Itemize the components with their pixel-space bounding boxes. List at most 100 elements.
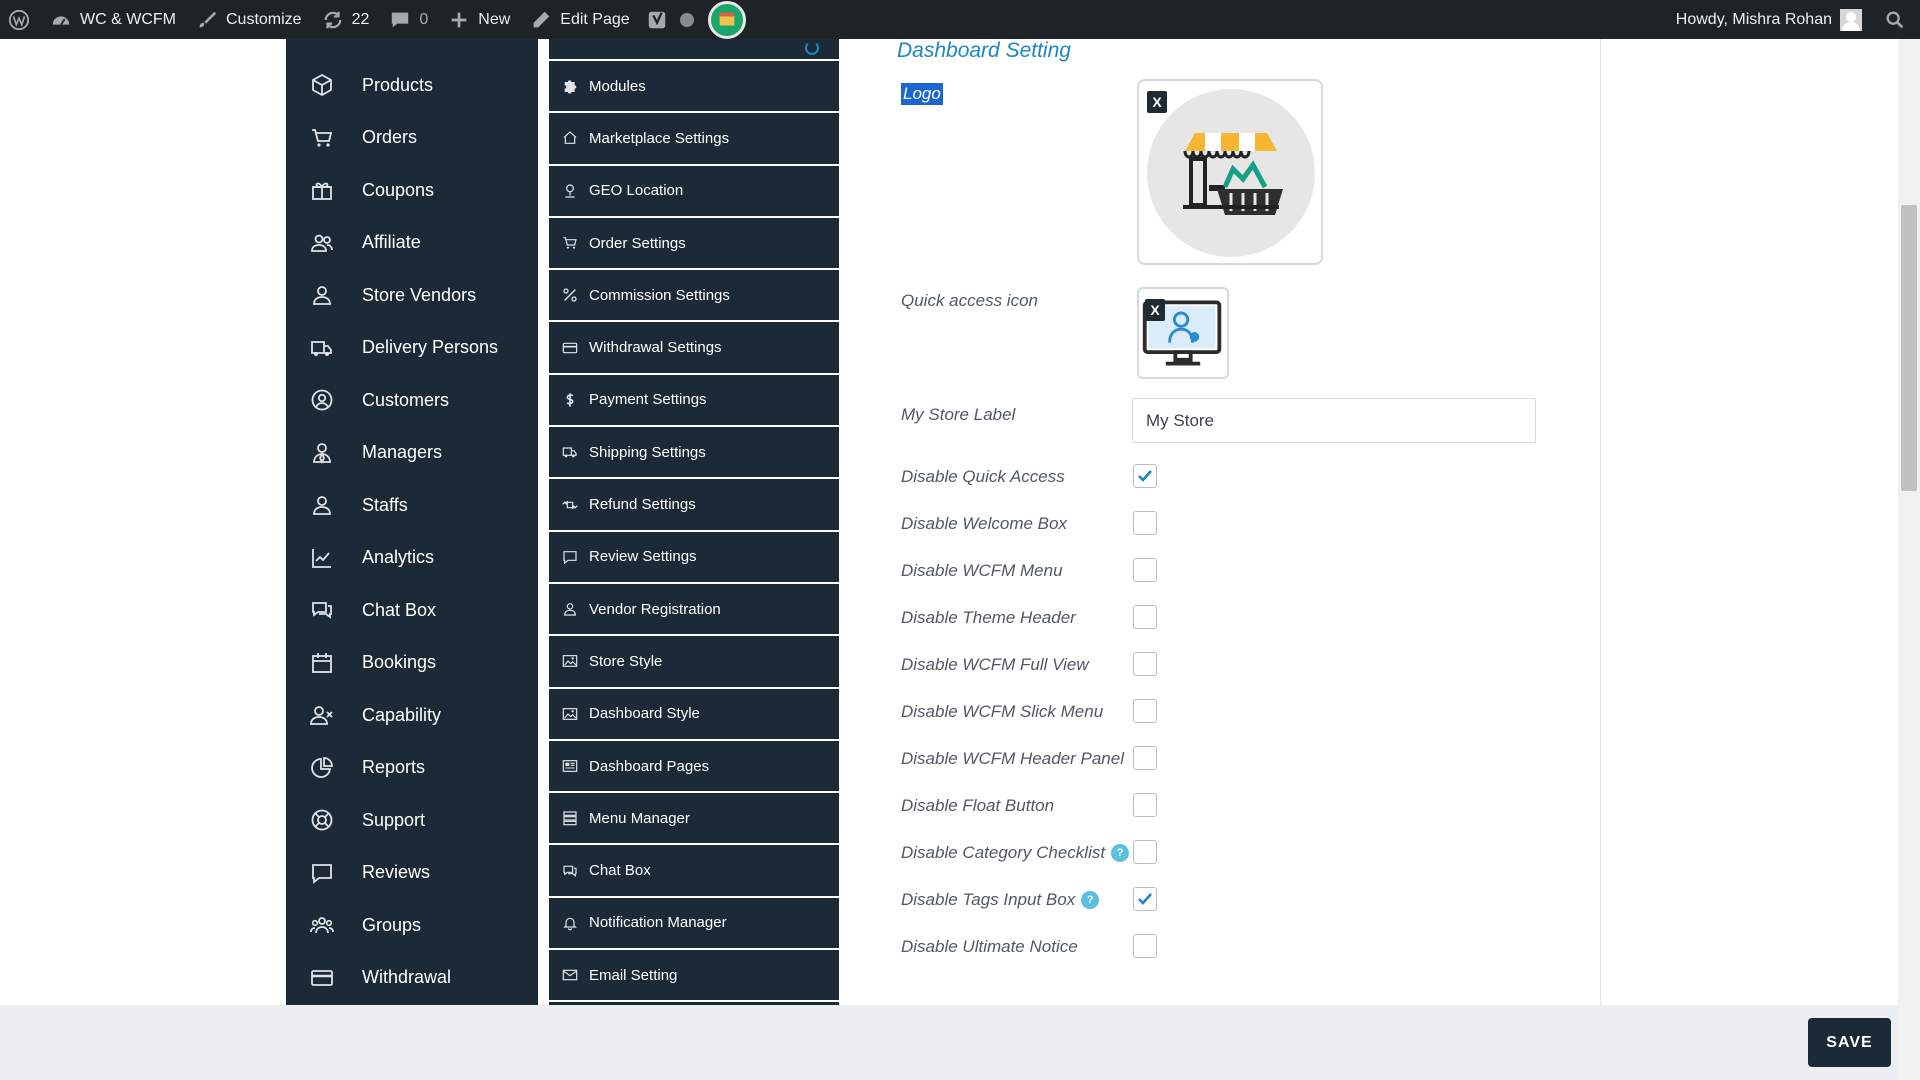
menu-item-reports[interactable]: Reports	[286, 742, 538, 795]
settings-item-modules[interactable]: Modules	[549, 61, 839, 114]
checkmark-icon	[1138, 470, 1152, 482]
settings-item-review-settings[interactable]: Review Settings	[549, 532, 839, 584]
settings-item-commission-settings[interactable]: Commission Settings	[549, 270, 839, 323]
remove-quick-access-icon-button[interactable]: X	[1145, 299, 1165, 321]
menu-item-delivery-persons[interactable]: Delivery Persons	[286, 322, 538, 375]
menu-item-coupons[interactable]: Coupons	[286, 164, 538, 217]
settings-item-label: Menu Manager	[589, 809, 690, 827]
checkbox-disable-wcfm-slick-menu[interactable]	[1133, 699, 1157, 723]
yoast-seo-button[interactable]	[640, 0, 674, 39]
site-avatar-badge[interactable]	[707, 0, 746, 39]
my-account-link[interactable]: Howdy, Mishra Rohan	[1666, 0, 1874, 39]
menu-item-label: Capability	[362, 704, 442, 725]
menu-item-orders[interactable]: Orders	[286, 112, 538, 165]
edit-page-link[interactable]: Edit Page	[520, 0, 639, 39]
remove-logo-button[interactable]: X	[1147, 91, 1167, 113]
comments-link[interactable]: 0	[379, 0, 438, 39]
logo-upload-preview[interactable]: X	[1137, 79, 1323, 265]
settings-item-email-setting[interactable]: Email Setting	[549, 950, 839, 1003]
my-store-label-input[interactable]: My Store	[1132, 398, 1536, 443]
search-button[interactable]	[1874, 0, 1920, 39]
menu-item-store-vendors[interactable]: Store Vendors	[286, 269, 538, 322]
truck-icon	[308, 334, 336, 362]
user-icon	[561, 600, 579, 618]
settings-item-store-style[interactable]: Store Style	[549, 636, 839, 689]
menu-item-products[interactable]: Products	[286, 59, 538, 112]
pie-chart-icon	[308, 754, 336, 782]
settings-item-notification-manager[interactable]: Notification Manager	[549, 898, 839, 951]
checkbox-disable-welcome-box[interactable]	[1133, 511, 1157, 535]
seo-status-dot[interactable]	[674, 0, 700, 39]
menu-item-label: Store Vendors	[362, 284, 477, 305]
menu-item-staffs[interactable]: Staffs	[286, 479, 538, 532]
site-name: WC & WCFM	[80, 10, 176, 28]
menu-item-analytics[interactable]: Analytics	[286, 532, 538, 585]
customize-link[interactable]: Customize	[186, 0, 312, 39]
scrollbar-thumb[interactable]	[1901, 205, 1917, 491]
settings-item-menu-manager[interactable]: Menu Manager	[549, 793, 839, 846]
checkbox-label-text: Disable Float Button	[901, 796, 1055, 815]
checkbox-disable-ultimate-notice[interactable]	[1133, 934, 1157, 958]
settings-item-label: Withdrawal Settings	[589, 339, 722, 357]
menu-item-support[interactable]: Support	[286, 794, 538, 847]
help-tip-icon[interactable]: ?	[1111, 844, 1130, 862]
comment-icon	[561, 548, 579, 566]
updates-count: 22	[351, 10, 370, 28]
menu-item-chat-box[interactable]: Chat Box	[286, 584, 538, 637]
home-icon	[561, 129, 579, 147]
calendar-icon	[308, 649, 336, 677]
settings-item-dashboard-pages[interactable]: Dashboard Pages	[549, 741, 839, 794]
settings-item-shipping-settings[interactable]: Shipping Settings	[549, 427, 839, 480]
checkbox-disable-category-checklist[interactable]	[1133, 840, 1157, 864]
logo-label: Logo	[901, 83, 943, 105]
settings-item-refund-settings[interactable]: Refund Settings	[549, 479, 839, 532]
retweet-icon	[561, 496, 579, 514]
checkbox-disable-theme-header[interactable]	[1133, 605, 1157, 629]
quick-access-icon-preview[interactable]: X	[1137, 287, 1229, 379]
dashboard-setting-panel: Dashboard Setting Logo X Quick access ic…	[839, 39, 1601, 1005]
site-name-link[interactable]: WC & WCFM	[40, 0, 186, 39]
checkbox-label-text: Disable WCFM Slick Menu	[901, 702, 1104, 721]
checkbox-disable-quick-access[interactable]	[1133, 464, 1157, 488]
settings-item-dashboard-style[interactable]: Dashboard Style	[549, 689, 839, 741]
settings-item-order-settings[interactable]: Order Settings	[549, 218, 839, 271]
checkbox-disable-wcfm-full-view[interactable]	[1133, 652, 1157, 676]
settings-item-geo-location[interactable]: GEO Location	[549, 166, 839, 218]
checkbox-disable-wcfm-menu[interactable]	[1133, 558, 1157, 582]
menu-item-capability[interactable]: Capability	[286, 689, 538, 742]
page-scrollbar[interactable]	[1898, 39, 1920, 1080]
save-button[interactable]: SAVE	[1808, 1018, 1891, 1067]
checkbox-label-text: Disable WCFM Header Panel	[901, 749, 1124, 768]
menu-item-affiliate[interactable]: Affiliate	[286, 217, 538, 270]
menu-item-reviews[interactable]: Reviews	[286, 847, 538, 900]
settings-item-chat-box[interactable]: Chat Box	[549, 845, 839, 898]
settings-item-withdrawal-settings[interactable]: Withdrawal Settings	[549, 322, 839, 375]
settings-item-label: Vendor Registration	[589, 600, 721, 618]
plus-icon	[448, 9, 470, 31]
checkbox-disable-float-button[interactable]	[1133, 793, 1157, 817]
new-content-link[interactable]: New	[438, 0, 520, 39]
menu-item-customers[interactable]: Customers	[286, 374, 538, 427]
menu-item-bookings[interactable]: Bookings	[286, 637, 538, 690]
settings-item-label: Commission Settings	[589, 286, 730, 304]
checkbox-label-text: Disable Category Checklist	[901, 843, 1106, 862]
settings-item-payment-settings[interactable]: Payment Settings	[549, 375, 839, 428]
search-icon	[1884, 9, 1906, 31]
wordpress-logo-button[interactable]	[0, 0, 40, 39]
submenu-top-partial-item[interactable]	[549, 39, 839, 61]
checkbox-label-disable-wcfm-slick-menu: Disable WCFM Slick Menu	[901, 702, 1103, 722]
settings-item-vendor-registration[interactable]: Vendor Registration	[549, 584, 839, 637]
users-icon	[308, 229, 336, 257]
help-tip-icon[interactable]: ?	[1081, 891, 1100, 909]
settings-item-label: Dashboard Pages	[589, 757, 710, 775]
checkbox-disable-wcfm-header-panel[interactable]	[1133, 746, 1157, 770]
settings-item-marketplace-settings[interactable]: Marketplace Settings	[549, 113, 839, 166]
checkbox-label-disable-wcfm-menu: Disable WCFM Menu	[901, 561, 1063, 581]
updates-link[interactable]: 22	[312, 0, 380, 39]
menu-item-withdrawal[interactable]: Withdrawal	[286, 952, 538, 1005]
menu-item-groups[interactable]: Groups	[286, 899, 538, 952]
settings-item-label: Review Settings	[589, 548, 697, 566]
menu-item-managers[interactable]: Managers	[286, 427, 538, 480]
checkbox-disable-tags-input-box[interactable]	[1133, 887, 1157, 911]
menu-item-label: Products	[362, 74, 434, 95]
